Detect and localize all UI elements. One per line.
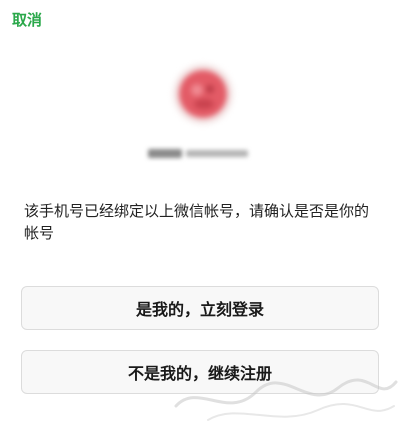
confirm-account-message: 该手机号已经绑定以上微信帐号，请确认是否是你的帐号 <box>24 202 370 242</box>
confirm-login-button[interactable]: 是我的，立刻登录 <box>21 286 379 330</box>
continue-register-button[interactable]: 不是我的，继续注册 <box>21 350 379 394</box>
cancel-button[interactable]: 取消 <box>12 10 42 30</box>
top-bar: 取消 <box>0 0 400 44</box>
user-avatar-icon <box>173 64 233 124</box>
blurred-username <box>148 146 252 160</box>
